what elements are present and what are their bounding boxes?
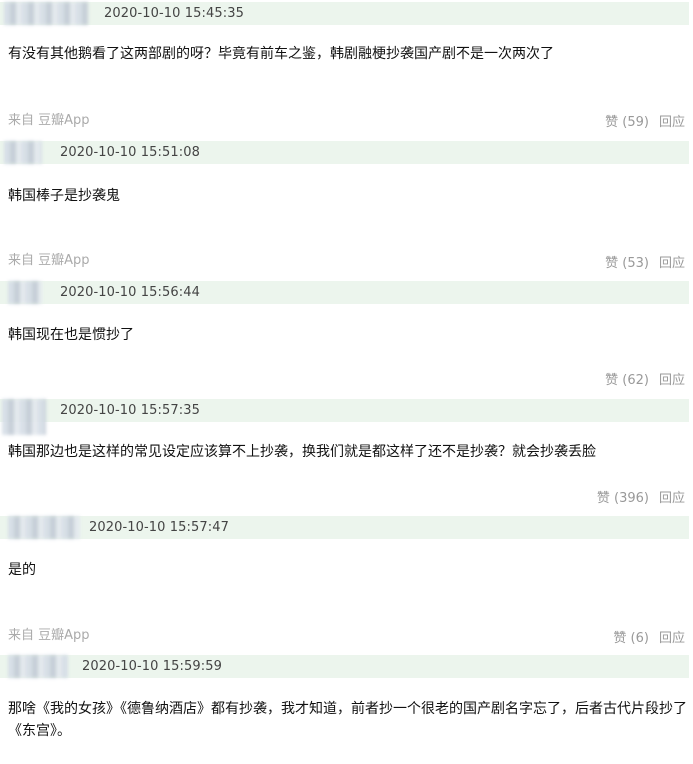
comment-header: 2020-10-10 15:57:47 — [0, 516, 689, 539]
reply-button[interactable]: 回应 — [659, 115, 685, 130]
like-button[interactable]: 赞 (53) — [605, 256, 649, 271]
reply-button[interactable]: 回应 — [659, 373, 685, 388]
comment-header: 2020-10-10 15:59:59 — [0, 655, 689, 678]
reply-button[interactable]: 回应 — [659, 256, 685, 271]
comment-source: 来自 豆瓣App — [8, 253, 90, 268]
comment-header: 2020-10-10 15:56:44 — [0, 281, 689, 304]
comment-timestamp: 2020-10-10 15:59:59 — [82, 659, 222, 674]
comment-timestamp: 2020-10-10 15:57:47 — [89, 520, 229, 535]
comment-actions: 赞 (396) 回应 — [597, 487, 685, 506]
avatar[interactable] — [2, 399, 46, 435]
comment-text: 是的 — [8, 562, 36, 578]
comment-text: 韩国棒子是抄袭鬼 — [8, 188, 120, 204]
avatar[interactable] — [4, 141, 42, 164]
like-button[interactable]: 赞 (6) — [613, 631, 649, 646]
comment-timestamp: 2020-10-10 15:56:44 — [60, 285, 200, 300]
comment-item: 2020-10-10 15:56:44 韩国现在也是惯抄了 赞 (62) 回应 — [0, 280, 693, 395]
like-button[interactable]: 赞 (62) — [605, 373, 649, 388]
like-button[interactable]: 赞 (59) — [605, 115, 649, 130]
like-button[interactable]: 赞 (396) — [597, 491, 649, 506]
comment-actions: 赞 (6) 回应 — [613, 627, 685, 646]
comment-actions: 赞 (53) 回应 — [605, 252, 685, 271]
comment-timestamp: 2020-10-10 15:57:35 — [60, 403, 200, 418]
comment-timestamp: 2020-10-10 15:45:35 — [104, 6, 244, 21]
reply-button[interactable]: 回应 — [659, 491, 685, 506]
comment-header: 2020-10-10 15:45:35 — [0, 2, 689, 25]
comment-text: 韩国那边也是这样的常见设定应该算不上抄袭，换我们就是都这样了还不是抄袭？就会抄袭… — [8, 444, 596, 460]
comment-header: 2020-10-10 15:51:08 — [0, 141, 689, 164]
comment-source: 来自 豆瓣App — [8, 628, 90, 643]
reply-button[interactable]: 回应 — [659, 631, 685, 646]
avatar[interactable] — [8, 516, 80, 539]
avatar[interactable] — [8, 655, 68, 678]
comment-item: 2020-10-10 15:51:08 韩国棒子是抄袭鬼 来自 豆瓣App 赞 … — [0, 140, 693, 271]
avatar[interactable] — [8, 281, 42, 304]
comment-text: 那啥《我的女孩》《德鲁纳酒店》都有抄袭，我才知道，前者抄一个很老的国产剧名字忘了… — [8, 701, 687, 739]
comment-item: 2020-10-10 15:45:35 有没有其他鹅看了这两部剧的呀？毕竟有前车… — [0, 0, 693, 130]
comment-item: 2020-10-10 15:57:35 韩国那边也是这样的常见设定应该算不上抄袭… — [0, 398, 693, 513]
comment-timestamp: 2020-10-10 15:51:08 — [60, 145, 200, 160]
avatar[interactable] — [4, 2, 88, 25]
comment-source: 来自 豆瓣App — [8, 113, 90, 128]
comment-text: 韩国现在也是惯抄了 — [8, 327, 134, 343]
comment-actions: 赞 (62) 回应 — [605, 369, 685, 388]
comment-item: 2020-10-10 15:59:59 那啥《我的女孩》《德鲁纳酒店》都有抄袭，… — [0, 654, 693, 764]
comment-header: 2020-10-10 15:57:35 — [0, 399, 689, 435]
comment-item: 2020-10-10 15:57:47 是的 来自 豆瓣App 赞 (6) 回应 — [0, 515, 693, 650]
comment-actions: 赞 (59) 回应 — [605, 111, 685, 130]
comment-text: 有没有其他鹅看了这两部剧的呀？毕竟有前车之鉴，韩剧融梗抄袭国产剧不是一次两次了 — [8, 46, 554, 62]
